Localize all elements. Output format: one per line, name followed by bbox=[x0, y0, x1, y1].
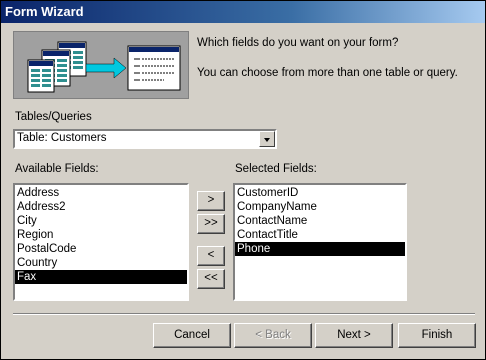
list-item[interactable]: ContactName bbox=[235, 214, 405, 228]
list-item[interactable]: Country bbox=[15, 256, 187, 270]
tables-to-form-icon bbox=[27, 41, 181, 93]
window-title: Form Wizard bbox=[5, 4, 84, 19]
cancel-button[interactable]: Cancel bbox=[153, 323, 231, 348]
available-fields-list[interactable]: Address Address2 City Region PostalCode Count… bbox=[13, 183, 189, 301]
selected-fields-label: Selected Fields: bbox=[235, 163, 317, 175]
list-item[interactable]: ContactTitle bbox=[235, 228, 405, 242]
next-button[interactable]: Next > bbox=[315, 323, 393, 348]
title-bar[interactable]: Form Wizard bbox=[1, 1, 485, 23]
list-item[interactable]: CustomerID bbox=[235, 186, 405, 200]
list-item[interactable]: CompanyName bbox=[235, 200, 405, 214]
wizard-illustration bbox=[13, 31, 189, 99]
list-item[interactable]: Region bbox=[15, 228, 187, 242]
tables-queries-combo[interactable]: Table: Customers bbox=[13, 129, 277, 149]
list-item[interactable]: City bbox=[15, 214, 187, 228]
tables-queries-value: Table: Customers bbox=[17, 132, 107, 144]
dropdown-button[interactable] bbox=[259, 131, 275, 147]
footer-separator bbox=[13, 313, 475, 315]
chevron-down-icon bbox=[264, 138, 270, 142]
finish-button[interactable]: Finish bbox=[398, 323, 476, 348]
list-item[interactable]: Address bbox=[15, 186, 187, 200]
remove-field-button[interactable]: < bbox=[197, 246, 225, 266]
remove-all-fields-button[interactable]: << bbox=[197, 269, 225, 289]
available-fields-label: Available Fields: bbox=[15, 163, 99, 175]
add-all-fields-button[interactable]: >> bbox=[197, 214, 225, 234]
tables-queries-label: Tables/Queries bbox=[15, 111, 92, 123]
selected-fields-list[interactable]: CustomerID CompanyName ContactName ContactT… bbox=[233, 183, 407, 301]
wizard-question: Which fields do you want on your form? bbox=[197, 37, 399, 49]
list-item[interactable]: Phone bbox=[235, 242, 405, 256]
form-wizard-window: Form Wizard Which fields do you want on … bbox=[0, 0, 486, 360]
add-field-button[interactable]: > bbox=[197, 191, 225, 211]
list-item[interactable]: Fax bbox=[15, 270, 187, 284]
back-button[interactable]: < Back bbox=[234, 323, 312, 348]
list-item[interactable]: Address2 bbox=[15, 200, 187, 214]
wizard-hint: You can choose from more than one table … bbox=[197, 67, 458, 79]
list-item[interactable]: PostalCode bbox=[15, 242, 187, 256]
